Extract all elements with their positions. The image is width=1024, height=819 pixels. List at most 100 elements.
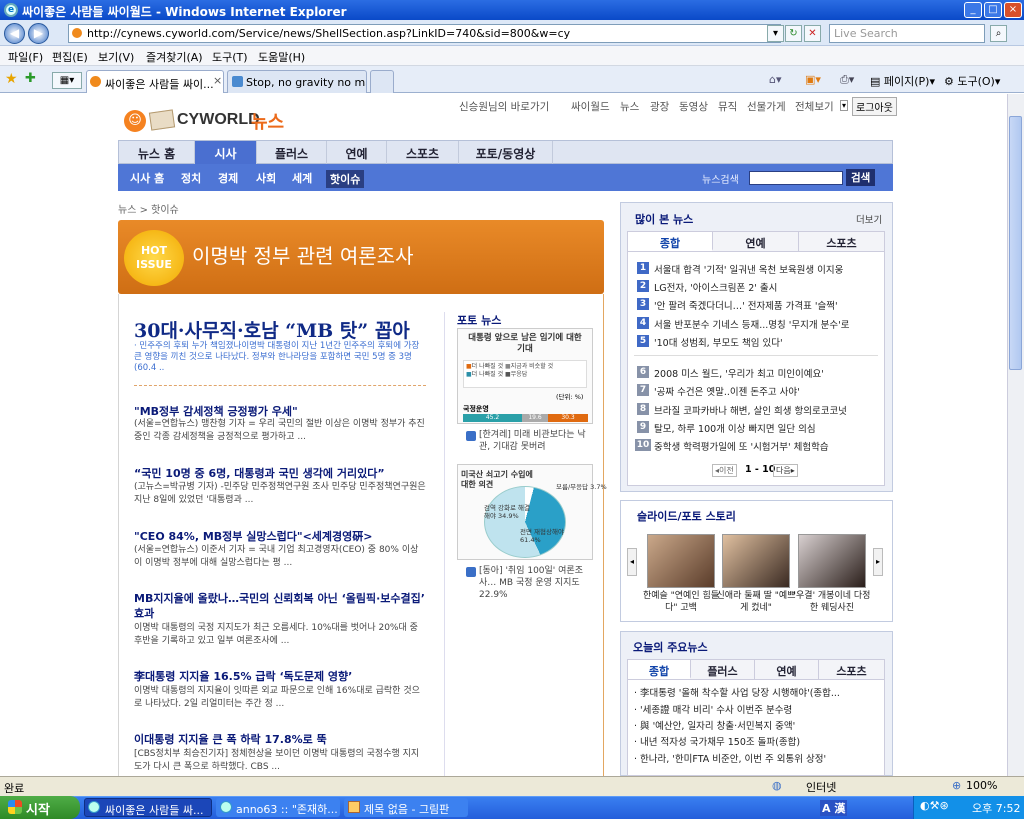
- article-title[interactable]: 李대통령 지지율 16.5% 급락 ‘독도문제 영향’: [134, 668, 352, 684]
- nav-politics[interactable]: 시사: [195, 141, 257, 164]
- subnav-politics[interactable]: 정치: [181, 170, 201, 186]
- refresh-button[interactable]: ↻: [785, 25, 802, 42]
- back-button[interactable]: ◀: [4, 23, 25, 44]
- clock[interactable]: 오후 7:52: [972, 802, 1020, 815]
- article-title[interactable]: “국민 10명 중 6명, 대통령과 국민 생각에 거리있다”: [134, 465, 385, 481]
- tab-cyworld[interactable]: 싸이좋은 사람들 싸이...: [86, 70, 224, 93]
- top-link-cyworld[interactable]: 싸이월드: [571, 99, 610, 114]
- headline-title[interactable]: 30대·사무직·호남 “MB 탓” 꼽아: [134, 316, 410, 343]
- top-link-video[interactable]: 동영상: [679, 99, 708, 114]
- home-icon[interactable]: ⌂▾: [769, 73, 782, 86]
- slide-next-button[interactable]: ▸: [873, 548, 883, 576]
- slide-prev-button[interactable]: ◂: [627, 548, 637, 576]
- tab-general[interactable]: 종합: [628, 660, 691, 679]
- menu-favorites[interactable]: 즐겨찾기(A): [146, 49, 203, 65]
- address-input[interactable]: http://cynews.cyworld.com/Service/news/S…: [68, 24, 781, 43]
- logo-text[interactable]: CYWORLD: [177, 111, 260, 129]
- news-search-input[interactable]: [749, 171, 843, 185]
- slide-thumbnail[interactable]: [647, 534, 715, 588]
- maximize-button[interactable]: □: [984, 2, 1002, 18]
- tab-stop-gravity[interactable]: Stop, no gravity no matt...: [227, 70, 367, 93]
- taskbar-item-blog[interactable]: anno63 :: "존재하...: [216, 798, 340, 817]
- search-icon[interactable]: ⌕: [990, 25, 1007, 42]
- list-item[interactable]: 서울대 합격 '기적' 일궈낸 옥천 보육원생 이지웅: [654, 262, 879, 276]
- headline-lead[interactable]: · 민주주의 후퇴 누가 책임졌나이명박 대통령이 지난 1년간 민주주의 후퇴…: [134, 341, 426, 374]
- tab-sports[interactable]: 스포츠: [819, 660, 884, 679]
- ime-indicator[interactable]: A 漢: [820, 800, 848, 816]
- nav-sports[interactable]: 스포츠: [387, 141, 459, 164]
- window-title-bar[interactable]: 싸이좋은 사람들 싸이월드 - Windows Internet Explore…: [0, 0, 1024, 20]
- minimize-button[interactable]: _: [964, 2, 982, 18]
- tools-menu[interactable]: ⚙ 도구(O)▾: [944, 73, 1000, 89]
- subnav-world[interactable]: 세계: [292, 170, 312, 186]
- list-item[interactable]: 2008 미스 월드, '우리가 최고 미인이예요': [654, 366, 879, 380]
- list-item[interactable]: 탈모, 하루 100개 이상 빠지면 일단 의심: [654, 421, 879, 435]
- menu-view[interactable]: 보기(V): [98, 49, 134, 65]
- nav-news-home[interactable]: 뉴스 홈: [119, 141, 195, 164]
- forward-button[interactable]: ▶: [28, 23, 49, 44]
- subnav-economy[interactable]: 경제: [218, 170, 238, 186]
- photo-news-caption[interactable]: [동아] '취임 100일' 여론조사… MB 국정 운영 지지도 22.9%: [479, 565, 593, 601]
- close-button[interactable]: ×: [1004, 2, 1022, 18]
- tab-plus[interactable]: 플러스: [691, 660, 755, 679]
- top-link-all[interactable]: 전체보기: [795, 99, 834, 114]
- article-title[interactable]: "MB정부 감세정책 긍정평가 우세": [134, 403, 298, 419]
- search-input[interactable]: Live Search: [829, 24, 985, 43]
- menu-edit[interactable]: 편집(E): [52, 49, 88, 65]
- tab-general[interactable]: 종합: [628, 232, 713, 251]
- page-menu[interactable]: ▤ 페이지(P)▾: [870, 73, 935, 89]
- new-tab-button[interactable]: [370, 70, 394, 93]
- list-item[interactable]: · 내년 적자성 국가채무 150조 돌파(종합): [634, 734, 880, 748]
- all-dropdown-icon[interactable]: ▾: [840, 100, 849, 111]
- add-favorite-icon[interactable]: ✚: [25, 71, 36, 86]
- slide-thumbnail[interactable]: [798, 534, 866, 588]
- news-search-button[interactable]: 검색: [846, 169, 876, 186]
- nav-photo-video[interactable]: 포토/동영상: [459, 141, 553, 164]
- tab-close-icon[interactable]: ×: [213, 74, 222, 87]
- favorites-star-icon[interactable]: ★: [5, 71, 18, 87]
- top-link-news[interactable]: 뉴스: [620, 99, 639, 114]
- list-item[interactable]: '공짜 수건은 옛말..이젠 돈주고 사야': [654, 384, 879, 398]
- more-link[interactable]: 더보기: [856, 212, 882, 226]
- top-link-square[interactable]: 광장: [650, 99, 669, 114]
- taskbar-item-ie[interactable]: 싸이좋은 사람들 싸...: [84, 798, 212, 817]
- top-link-shortcut[interactable]: 신승원님의 바로가기: [459, 99, 549, 114]
- list-item[interactable]: · 한나라, '한미FTA 비준안, 이번 주 외통위 상정': [634, 751, 880, 765]
- slide-caption[interactable]: '우결' 개봉이네 다정한 웨딩사진: [791, 590, 873, 614]
- zoom-icon[interactable]: ⊕: [952, 779, 961, 792]
- zoom-level[interactable]: 100%: [966, 779, 997, 792]
- list-item[interactable]: LG전자, '아이스크림폰 2' 출시: [654, 280, 879, 294]
- top-link-gift[interactable]: 선물가게: [747, 99, 786, 114]
- slide-caption[interactable]: 신애라 둘째 딸 "예쁘게 컸네": [715, 590, 797, 614]
- tab-sports[interactable]: 스포츠: [799, 232, 884, 251]
- tray-icons[interactable]: ◐⚒⊛: [920, 799, 949, 812]
- menu-help[interactable]: 도움말(H): [258, 49, 305, 65]
- pager-prev[interactable]: ◂이전: [712, 464, 737, 477]
- nav-entertainment[interactable]: 연예: [327, 141, 387, 164]
- quick-tabs-icon[interactable]: ▦▾: [52, 72, 82, 89]
- list-item[interactable]: '안 팔려 죽겠다더니…' 전자제품 가격표 '슬쩍': [654, 298, 879, 312]
- subnav-society[interactable]: 사회: [256, 170, 276, 186]
- article-title[interactable]: "CEO 84%, MB정부 실망스럽다"<세계경영硏>: [134, 528, 372, 544]
- article-title[interactable]: MB지지율에 올랐나…국민의 신뢰회복 아닌 ‘올림픽·보수결집’ 효과: [134, 591, 426, 621]
- top-link-music[interactable]: 뮤직: [718, 99, 737, 114]
- logout-button[interactable]: 로그아웃: [852, 97, 897, 116]
- article-title[interactable]: 이대통령 지지율 큰 폭 하락 17.8%로 뚝: [134, 731, 327, 747]
- menu-file[interactable]: 파일(F): [8, 49, 43, 65]
- pager-next[interactable]: 다음▸: [773, 464, 798, 477]
- subnav-hot-issue[interactable]: 핫이슈: [326, 170, 365, 188]
- list-item[interactable]: · '세종證 매각 비리' 수사 이번주 분수령: [634, 702, 880, 716]
- list-item[interactable]: · 與 '예산안, 일자리 창출·서민복지 중액': [634, 718, 880, 732]
- tab-entertainment[interactable]: 연예: [755, 660, 819, 679]
- print-icon[interactable]: ⎙▾: [840, 73, 854, 87]
- scrollbar-thumb[interactable]: [1009, 116, 1022, 370]
- list-item[interactable]: 브라질 코파카바나 해변, 살인 희생 항의로코코넛: [654, 403, 879, 417]
- subnav-politics-home[interactable]: 시사 홈: [130, 170, 164, 186]
- list-item[interactable]: '10대 성범죄, 부모도 책임 있다': [654, 335, 879, 349]
- nav-plus[interactable]: 플러스: [257, 141, 327, 164]
- menu-tools[interactable]: 도구(T): [212, 49, 248, 65]
- slide-caption[interactable]: 한예슬 "연예인 힘들다" 고백: [640, 590, 722, 614]
- logo-news[interactable]: 뉴스: [251, 108, 284, 134]
- list-item[interactable]: 중학생 학력평가일에 또 '시험거부' 체험학습: [654, 439, 879, 453]
- taskbar-item-paint[interactable]: 제목 없음 - 그림판: [344, 798, 468, 817]
